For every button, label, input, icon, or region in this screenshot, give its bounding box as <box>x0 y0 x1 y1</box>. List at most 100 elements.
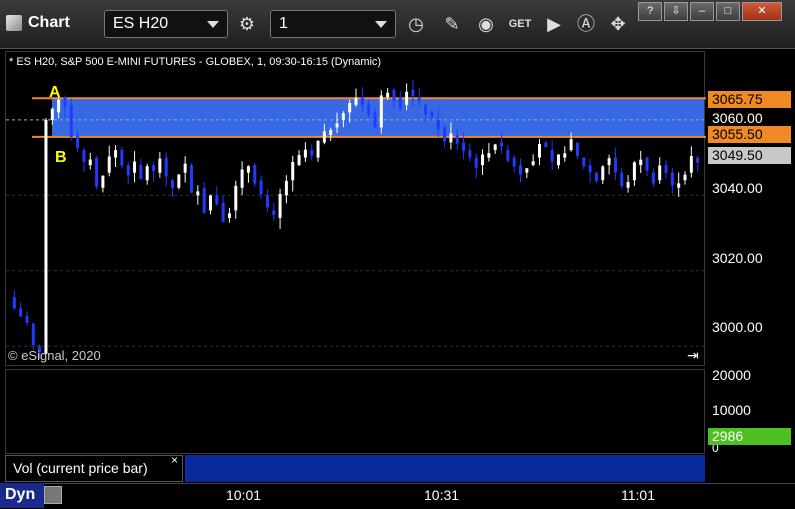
candle-body <box>537 143 541 158</box>
candle-body <box>69 104 73 137</box>
candle-body <box>291 162 295 181</box>
candle-body <box>411 89 415 97</box>
candle-body <box>462 142 466 151</box>
candle-body <box>284 180 288 196</box>
candle-body <box>272 210 276 215</box>
zone-label-a[interactable]: A <box>49 84 61 102</box>
candle-body <box>449 133 453 143</box>
candle-body <box>139 165 143 180</box>
candle-body <box>430 112 434 117</box>
y-tick-label: 3020.00 <box>712 250 763 266</box>
candle-body <box>145 166 149 181</box>
candle-body <box>664 165 668 173</box>
candle-body <box>386 92 390 98</box>
candle-body <box>436 119 440 130</box>
candle-body <box>63 97 67 107</box>
candle-body <box>265 195 269 208</box>
x-tick-label: 10:31 <box>424 487 460 503</box>
candle-body <box>227 213 231 218</box>
candle-body <box>114 150 118 158</box>
candle-body <box>500 142 504 147</box>
candle-body <box>297 155 301 166</box>
candle-body <box>208 195 212 211</box>
zone-top-price-tag: 3065.75 <box>708 91 791 108</box>
volume-plot-area[interactable] <box>5 369 705 454</box>
volume-tick-label: 20000 <box>712 367 751 383</box>
copyright-label: © eSignal, 2020 <box>8 348 101 363</box>
candle-body <box>367 104 371 115</box>
candle-body <box>506 150 510 161</box>
candle-body <box>152 165 156 171</box>
candle-body <box>253 165 257 184</box>
candle-body <box>259 180 263 195</box>
time-axis[interactable] <box>0 483 795 509</box>
candle-body <box>76 134 80 148</box>
candle-body <box>601 166 605 181</box>
candle-body <box>651 172 655 184</box>
candle-body <box>582 157 586 167</box>
candle-body <box>171 180 175 188</box>
zone-bottom-price-tag: 3055.50 <box>708 126 791 143</box>
candle-body <box>392 89 396 101</box>
lock-icon[interactable] <box>44 486 62 504</box>
candle-body <box>202 187 206 214</box>
candle-body <box>164 157 168 177</box>
candle-body <box>107 156 111 173</box>
candle-body <box>360 97 364 106</box>
candle-body <box>50 108 54 120</box>
candle-body <box>126 165 130 176</box>
candle-body <box>183 163 187 173</box>
candle-body <box>645 157 649 171</box>
candle-body <box>544 142 548 148</box>
candle-body <box>620 172 624 186</box>
close-icon[interactable]: × <box>171 453 178 467</box>
candle-body <box>133 161 137 173</box>
candle-body <box>569 139 573 151</box>
y-tick-label: 3000.00 <box>712 319 763 335</box>
candle-body <box>405 91 409 105</box>
candle-body <box>474 157 478 168</box>
x-tick-label: 11:01 <box>621 487 655 503</box>
candle-body <box>563 153 567 158</box>
candle-body <box>487 153 491 158</box>
candle-body <box>240 169 244 188</box>
dynamic-mode-button[interactable]: Dyn <box>0 483 44 508</box>
candle-body <box>310 150 314 156</box>
zone-label-b[interactable]: B <box>55 149 67 167</box>
candle-body <box>88 159 92 166</box>
candle-body <box>354 98 358 105</box>
candle-body <box>613 157 617 173</box>
candle-body <box>556 154 560 166</box>
x-tick-label: 10:01 <box>226 487 262 503</box>
candle-body <box>658 165 662 181</box>
volume-study-bar <box>185 455 705 482</box>
candle-body <box>455 134 459 144</box>
volume-current-tag: 2986 <box>708 428 791 445</box>
candle-body <box>683 174 687 181</box>
candle-body <box>215 195 219 205</box>
candle-body <box>234 185 238 211</box>
candle-body <box>95 157 99 187</box>
candle-body <box>373 112 377 128</box>
candle-body <box>329 129 333 135</box>
candle-body <box>341 113 345 120</box>
candle-body <box>531 161 535 166</box>
candle-body <box>519 165 523 175</box>
candle-body <box>468 150 472 158</box>
volume-study-label[interactable]: Vol (current price bar) <box>5 455 183 482</box>
y-tick-label: 3040.00 <box>712 180 763 196</box>
scroll-to-end-icon[interactable]: ⇥ <box>687 347 699 364</box>
candle-body <box>12 297 16 309</box>
candle-body <box>335 123 339 128</box>
candle-body <box>82 150 86 162</box>
candle-body <box>493 144 497 151</box>
candle-body <box>19 308 23 317</box>
candle-body <box>196 191 200 196</box>
candle-body <box>689 156 693 173</box>
candle-body <box>607 158 611 166</box>
candle-body <box>322 131 326 143</box>
candle-body <box>575 142 579 157</box>
candle-body <box>316 140 320 158</box>
candle-body <box>158 158 162 173</box>
candle-body <box>31 323 35 345</box>
